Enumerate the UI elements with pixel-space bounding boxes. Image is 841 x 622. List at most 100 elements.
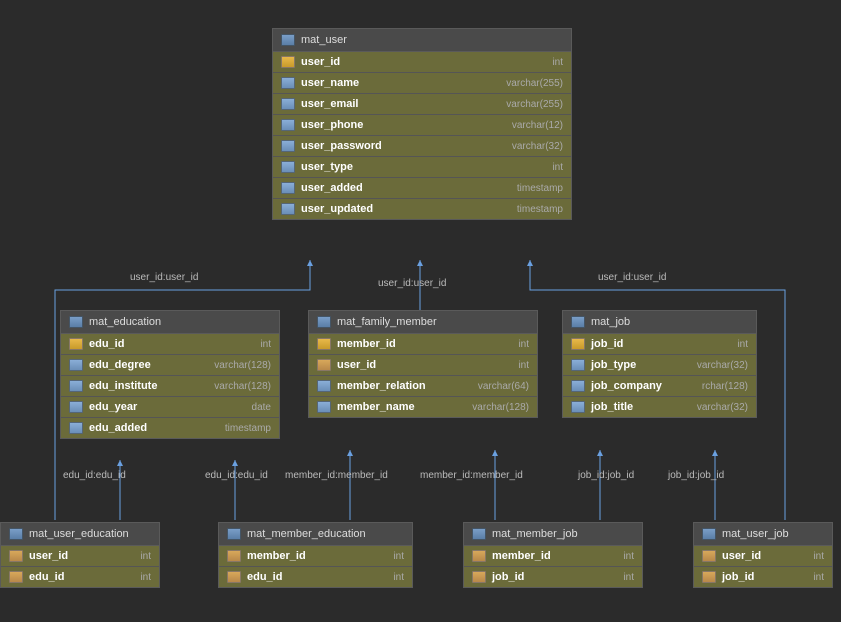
table-icon — [317, 316, 331, 328]
column-icon — [281, 77, 295, 89]
column-row[interactable]: user_idint — [309, 355, 537, 376]
table-header[interactable]: mat_user — [273, 29, 571, 52]
table-header[interactable]: mat_member_job — [464, 523, 642, 546]
table-title: mat_user — [301, 34, 347, 46]
column-row[interactable]: job_company rchar(128) — [563, 376, 756, 397]
table-body: member_idintuser_idintmember_relationvar… — [309, 334, 537, 417]
table-header[interactable]: mat_family_member — [309, 311, 537, 334]
column-row[interactable]: job_idint — [563, 334, 756, 355]
column-name: member_relation — [337, 380, 426, 392]
table-icon — [9, 528, 23, 540]
column-row[interactable]: member_idint — [309, 334, 537, 355]
table-icon — [69, 316, 83, 328]
table-body: user_idint job_id int — [694, 546, 832, 587]
column-row[interactable]: member_namevarchar(128) — [309, 397, 537, 417]
column-row[interactable]: member_idint — [219, 546, 412, 567]
column-type: int — [552, 57, 563, 68]
table-icon — [281, 34, 295, 46]
column-type: int — [260, 339, 271, 350]
column-row[interactable]: user_passwordvarchar(32) — [273, 136, 571, 157]
rel-label: user_id:user_id — [378, 278, 446, 289]
table-mat-user-job[interactable]: mat_user_job user_idint job_id int — [693, 522, 833, 588]
table-header[interactable]: mat_education — [61, 311, 279, 334]
table-title: mat_user_job — [722, 528, 789, 540]
column-type: int — [393, 572, 404, 583]
column-type: varchar(128) — [472, 402, 529, 413]
column-row[interactable]: user_updatedtimestamp — [273, 199, 571, 219]
column-icon — [281, 98, 295, 110]
column-type: varchar(64) — [478, 381, 529, 392]
table-mat-education[interactable]: mat_education edu_idintedu_degreevarchar… — [60, 310, 280, 439]
column-name: edu_year — [89, 401, 137, 413]
table-header[interactable]: mat_job — [563, 311, 756, 334]
column-icon — [281, 119, 295, 131]
column-name: edu_degree — [89, 359, 151, 371]
column-row[interactable]: job_titlevarchar(32) — [563, 397, 756, 417]
rel-label: user_id:user_id — [598, 272, 666, 283]
foreign-key-icon — [227, 550, 241, 562]
table-header[interactable]: mat_member_education — [219, 523, 412, 546]
foreign-key-icon — [702, 571, 716, 583]
primary-key-icon — [69, 338, 83, 350]
column-row[interactable]: edu_idint — [61, 334, 279, 355]
column-row[interactable]: user_typeint — [273, 157, 571, 178]
column-row[interactable]: user_id int — [1, 546, 159, 567]
column-name: user_id — [29, 550, 68, 562]
column-name: job_company — [591, 380, 662, 392]
table-mat-member-job[interactable]: mat_member_job member_idintjob_idint — [463, 522, 643, 588]
column-type: varchar(255) — [506, 78, 563, 89]
column-row[interactable]: job_type varchar(32) — [563, 355, 756, 376]
column-type: int — [623, 551, 634, 562]
column-type: int — [813, 572, 824, 583]
column-icon — [281, 182, 295, 194]
table-icon — [227, 528, 241, 540]
table-header[interactable]: mat_user_job — [694, 523, 832, 546]
column-row[interactable]: user_idint — [273, 52, 571, 73]
column-type: rchar(128) — [702, 381, 748, 392]
table-header[interactable]: mat_user_education — [1, 523, 159, 546]
column-type: int — [140, 551, 151, 562]
table-title: mat_member_education — [247, 528, 366, 540]
column-row[interactable]: member_relation varchar(64) — [309, 376, 537, 397]
column-row[interactable]: edu_id int — [219, 567, 412, 587]
column-icon — [317, 401, 331, 413]
column-row[interactable]: user_emailvarchar(255) — [273, 94, 571, 115]
column-row[interactable]: member_idint — [464, 546, 642, 567]
column-name: edu_institute — [89, 380, 157, 392]
column-type: int — [623, 572, 634, 583]
table-mat-job[interactable]: mat_job job_idintjob_typevarchar(32)job_… — [562, 310, 757, 418]
column-icon — [571, 359, 585, 371]
column-row[interactable]: edu_yeardate — [61, 397, 279, 418]
column-icon — [69, 401, 83, 413]
column-icon — [317, 380, 331, 392]
foreign-key-icon — [9, 571, 23, 583]
column-row[interactable]: user_namevarchar(255) — [273, 73, 571, 94]
column-name: edu_id — [247, 571, 282, 583]
foreign-key-icon — [702, 550, 716, 562]
table-body: edu_idintedu_degreevarchar(128)edu_insti… — [61, 334, 279, 438]
column-row[interactable]: user_addedtimestamp — [273, 178, 571, 199]
table-body: user_idintuser_namevarchar(255)user_emai… — [273, 52, 571, 219]
column-type: int — [518, 360, 529, 371]
column-row[interactable]: user_phonevarchar(12) — [273, 115, 571, 136]
column-row[interactable]: job_id int — [694, 567, 832, 587]
table-title: mat_job — [591, 316, 630, 328]
column-type: varchar(32) — [697, 360, 748, 371]
column-row[interactable]: edu_degreevarchar(128) — [61, 355, 279, 376]
table-mat-user-education[interactable]: mat_user_education user_id int edu_idint — [0, 522, 160, 588]
column-row[interactable]: edu_idint — [1, 567, 159, 587]
column-name: job_id — [722, 571, 754, 583]
column-type: varchar(255) — [506, 99, 563, 110]
foreign-key-icon — [472, 550, 486, 562]
rel-label: edu_id:edu_id — [205, 470, 268, 481]
table-mat-member-education[interactable]: mat_member_education member_idint edu_id i… — [218, 522, 413, 588]
column-name: job_type — [591, 359, 636, 371]
column-row[interactable]: job_idint — [464, 567, 642, 587]
table-body: member_idint edu_id int — [219, 546, 412, 587]
table-mat-user[interactable]: mat_user user_idintuser_namevarchar(255)… — [272, 28, 572, 220]
table-mat-family-member[interactable]: mat_family_member member_idintuser_idint… — [308, 310, 538, 418]
column-row[interactable]: edu_institutevarchar(128) — [61, 376, 279, 397]
column-row[interactable]: user_idint — [694, 546, 832, 567]
column-row[interactable]: edu_addedtimestamp — [61, 418, 279, 438]
column-name: user_id — [722, 550, 761, 562]
